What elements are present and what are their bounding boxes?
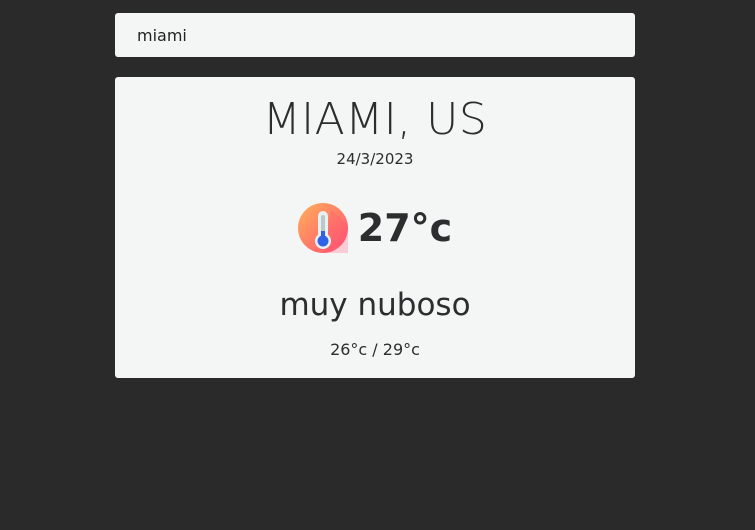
current-date: 24/3/2023 [336,150,414,168]
temperature-row: 27°c [115,202,635,254]
city-name: MIAMI, US [262,94,488,145]
weather-description: muy nuboso [279,287,471,323]
thermometer-icon [297,203,348,253]
city-search-input[interactable] [115,13,635,57]
weather-card: MIAMI, US 24/3/2023 27°c muy nuboso 26°c… [115,77,635,378]
min-max-temperature: 26°c / 29°c [330,340,420,359]
current-temperature: 27°c [357,206,453,250]
